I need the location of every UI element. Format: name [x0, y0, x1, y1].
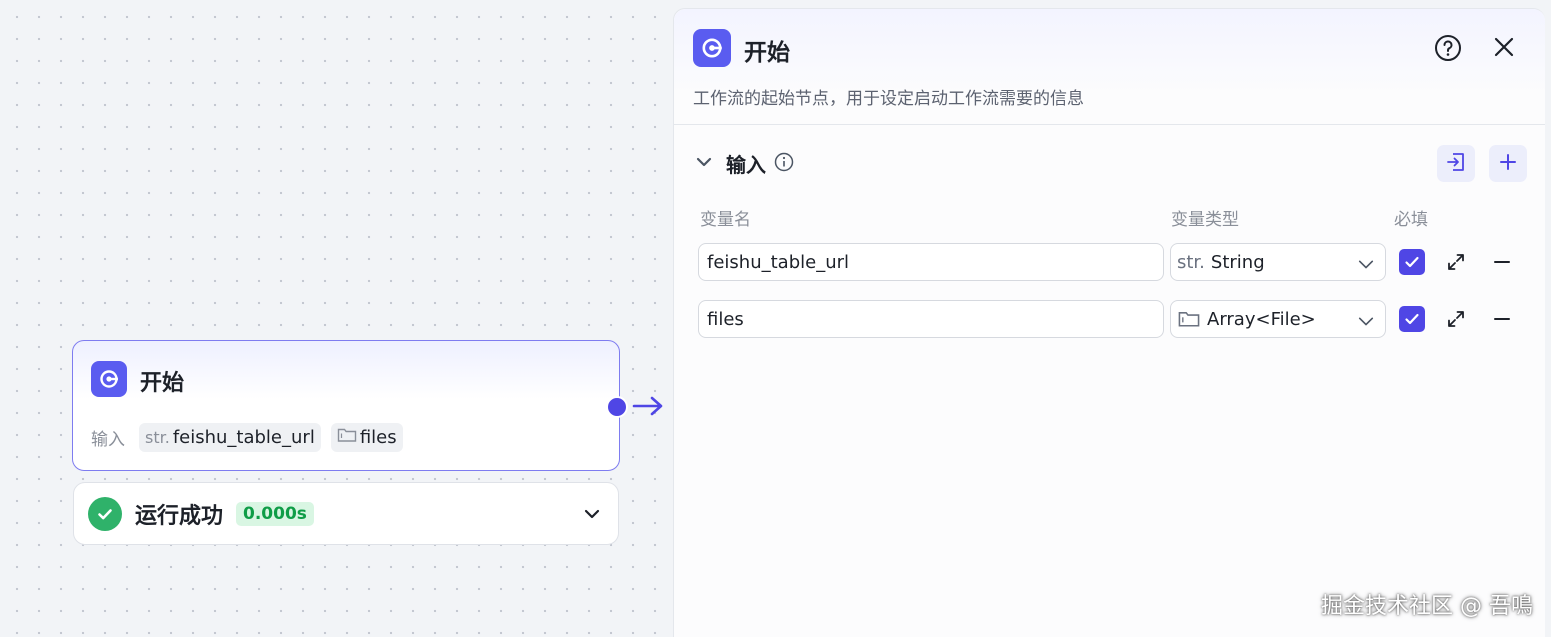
info-icon[interactable] [774, 152, 794, 176]
expand-icon[interactable] [1446, 252, 1466, 276]
panel-title: 开始 [744, 40, 790, 66]
column-header-type: 变量类型 [1171, 210, 1239, 230]
node-title: 开始 [140, 371, 185, 396]
node-output-handle[interactable] [606, 396, 628, 418]
chevron-down-icon [1357, 255, 1375, 277]
run-duration-badge: 0.000s [236, 501, 314, 526]
node-config-panel: 开始 工作流的起始节点，用于设定启动工作流需要的信息 输入 变量名 变量类型 必… [673, 8, 1545, 637]
import-variables-button[interactable] [1437, 145, 1475, 182]
column-header-required: 必填 [1394, 210, 1428, 230]
start-app-icon [91, 361, 127, 397]
node-inputs-label: 输入 [91, 430, 125, 450]
run-status-bar[interactable]: 运行成功 0.000s [73, 482, 619, 545]
string-type-label: str. [145, 428, 170, 447]
panel-description: 工作流的起始节点，用于设定启动工作流需要的信息 [693, 89, 1084, 109]
input-chip: files [330, 423, 403, 452]
remove-variable-icon[interactable] [1493, 253, 1511, 275]
variable-type-value: String [1210, 251, 1265, 273]
variable-type-select[interactable]: str. String [1170, 243, 1386, 281]
add-variable-button[interactable] [1489, 145, 1527, 182]
check-circle-icon [88, 496, 122, 531]
start-app-icon [693, 29, 731, 67]
variable-row: str. String [698, 243, 1538, 283]
import-icon [1445, 151, 1467, 177]
node-inputs: 输入 str. feishu_table_url files [91, 423, 403, 452]
folder-icon [337, 427, 357, 448]
section-title: 输入 [726, 153, 766, 177]
input-section-header[interactable]: 输入 [694, 149, 794, 178]
panel-header: 开始 工作流的起始节点，用于设定启动工作流需要的信息 [674, 9, 1545, 125]
chevron-down-icon [1357, 312, 1375, 334]
variable-type-select[interactable]: Array<File> [1170, 300, 1386, 338]
required-checkbox[interactable] [1399, 306, 1425, 332]
variable-name-input[interactable] [698, 300, 1164, 338]
remove-variable-icon[interactable] [1493, 310, 1511, 332]
folder-icon [1177, 310, 1201, 328]
required-checkbox[interactable] [1399, 249, 1425, 275]
input-chip: str. feishu_table_url [139, 423, 321, 452]
chevron-down-icon[interactable] [582, 504, 602, 528]
variable-row: Array<File> [698, 300, 1538, 340]
expand-icon[interactable] [1446, 309, 1466, 333]
column-header-name: 变量名 [700, 210, 751, 230]
help-icon[interactable] [1434, 34, 1462, 66]
input-chip-name: files [359, 427, 397, 448]
start-node[interactable]: 开始 输入 str. feishu_table_url files [72, 340, 620, 471]
watermark-text: 掘金技术社区 @ 吾鳴 [1321, 594, 1533, 619]
close-icon[interactable] [1492, 35, 1516, 63]
run-status-text: 运行成功 [135, 503, 224, 529]
plus-icon [1498, 152, 1518, 176]
variable-type-value: Array<File> [1207, 308, 1316, 330]
string-type-label: str. [1177, 251, 1205, 273]
input-chip-name: feishu_table_url [172, 427, 315, 448]
variable-name-input[interactable] [698, 243, 1164, 281]
chevron-down-icon[interactable] [694, 152, 714, 176]
edge-arrow-icon [632, 396, 663, 416]
